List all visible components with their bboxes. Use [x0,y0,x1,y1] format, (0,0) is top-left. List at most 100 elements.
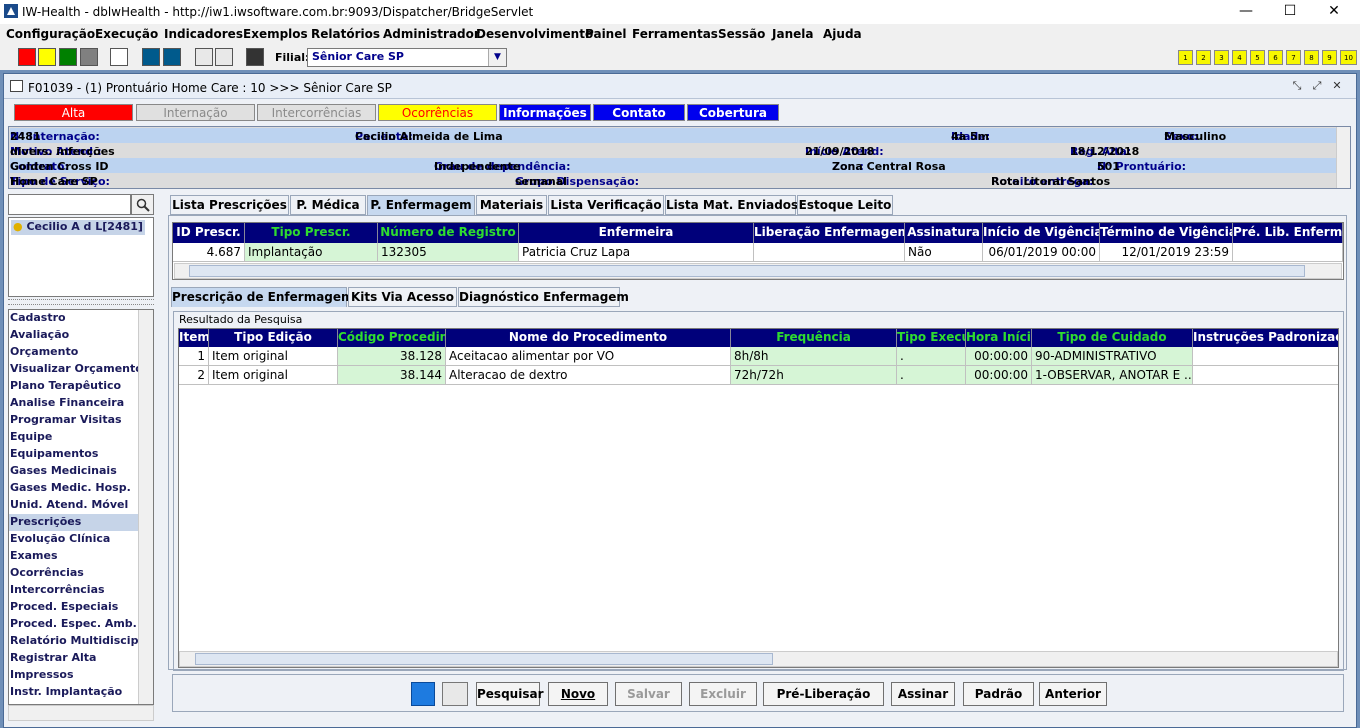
status-cobertura[interactable]: Cobertura [687,104,779,121]
table-row-cell[interactable] [1193,347,1338,366]
print-icon[interactable] [215,48,233,66]
col-id-prescr[interactable]: ID Prescr. [173,223,245,243]
table-row-cell[interactable]: 38.144 [338,366,446,385]
nav-item-exames[interactable]: Exames [9,548,139,565]
padrao-button[interactable]: Padrão [963,682,1034,706]
col-item[interactable]: Item [179,329,209,347]
table-row-cell[interactable]: Item original [209,366,338,385]
tab-p-medica[interactable]: P. Médica [290,195,366,215]
table-row-cell[interactable]: . [897,347,966,366]
table-row-cell[interactable]: 132305 [378,243,519,262]
col-enfermeira[interactable]: Enfermeira [519,223,754,243]
filial-select[interactable]: Sênior Care SP ▼ [307,48,507,67]
status-ocorrencias[interactable]: Ocorrências [378,104,497,121]
tab-estoque-leito[interactable]: Estoque Leito [797,195,893,215]
tab-diagnostico-enfermagem[interactable]: Diagnóstico Enfermagem [458,287,629,307]
color-blue-button-2[interactable] [163,48,181,66]
table-row-cell[interactable]: Não [905,243,983,262]
shortcut-5[interactable]: 5 [1250,50,1265,65]
maximize-button[interactable]: ☐ [1268,0,1312,24]
col-pre-lib[interactable]: Pré. Lib. Enfermag [1233,223,1343,243]
menu-sessao[interactable]: Sessão [718,27,765,41]
table-row-cell[interactable]: Alteracao de dextro [446,366,731,385]
status-internacao[interactable]: Internação [136,104,255,121]
col-nome-procedimento[interactable]: Nome do Procedimento [446,329,731,347]
assinar-button[interactable]: Assinar [891,682,955,706]
col-codigo-procedimento[interactable]: Código Procedime [338,329,446,347]
scroll-thumb[interactable] [189,265,1305,277]
pre-liberacao-button[interactable]: Pré-Liberação [763,682,884,706]
menu-execucao[interactable]: Execução [95,27,158,41]
nav-item-analise-financeira[interactable]: Analise Financeira [9,395,139,412]
tab-lista-prescricoes[interactable]: Lista Prescrições [170,195,289,215]
menu-desenvolvimento[interactable]: Desenvolvimento [476,27,593,41]
table-row-cell[interactable]: 00:00:00 [966,347,1032,366]
tab-kits-via-acesso[interactable]: Kits Via Acesso [348,287,457,307]
col-instrucoes[interactable]: Instruções Padronizadas [1193,329,1338,347]
maximize-icon[interactable]: ⤢ [1310,79,1324,93]
color-green-button[interactable] [59,48,77,66]
close-icon[interactable]: ✕ [1330,79,1344,93]
nav-item-visualizar-orcamento[interactable]: Visualizar Orçamento [9,361,139,378]
color-red-button[interactable] [18,48,36,66]
tab-lista-verificacao[interactable]: Lista Verificação [548,195,664,215]
nav-item-evolucao-clinica[interactable]: Evolução Clínica [9,531,139,548]
menu-ferramentas[interactable]: Ferramentas [632,27,718,41]
splitter[interactable] [8,299,154,305]
nav-item-ocorrencias[interactable]: Ocorrências [9,565,139,582]
table-row-cell[interactable]: 12/01/2019 23:59 [1100,243,1233,262]
tab-lista-mat-enviados[interactable]: Lista Mat. Enviados [665,195,798,215]
status-contato[interactable]: Contato [593,104,685,121]
chevron-down-icon[interactable]: ▼ [488,49,506,66]
scroll-thumb[interactable] [195,653,773,665]
search-button[interactable] [131,194,154,215]
color-gray-button[interactable] [80,48,98,66]
status-intercorrencias[interactable]: Intercorrências [257,104,376,121]
shortcut-4[interactable]: 4 [1232,50,1247,65]
tab-p-enfermagem[interactable]: P. Enfermagem [367,195,475,215]
col-inicio-vigencia[interactable]: Início de Vigência [983,223,1100,243]
menu-ajuda[interactable]: Ajuda [823,27,862,41]
shortcut-3[interactable]: 3 [1214,50,1229,65]
table-row-cell[interactable]: 00:00:00 [966,366,1032,385]
menu-exemplos[interactable]: Exemplos [243,27,308,41]
black-square-button[interactable] [246,48,264,66]
color-white-button[interactable] [110,48,128,66]
tab-prescricao-enfermagem[interactable]: Prescrição de Enfermagem [171,287,354,307]
table-row-cell[interactable]: 4.687 [173,243,245,262]
anterior-button[interactable]: Anterior [1039,682,1107,706]
table-row-cell[interactable]: 1 [179,347,209,366]
nav-item-unid-atend-movel[interactable]: Unid. Atend. Móvel [9,497,139,514]
novo-button[interactable]: Novo [548,682,608,706]
col-assinatura[interactable]: Assinatura [905,223,983,243]
minimize-button[interactable]: — [1224,0,1268,24]
patient-list-item[interactable]: ● Cecilio A d L[2481] [11,220,145,235]
col-tipo-edicao[interactable]: Tipo Edição [209,329,338,347]
table-row-cell[interactable] [1233,243,1343,262]
menu-painel[interactable]: Painel [585,27,626,41]
menu-janela[interactable]: Janela [772,27,813,41]
table-row-cell[interactable]: Item original [209,347,338,366]
tree-icon[interactable] [195,48,213,66]
shortcut-7[interactable]: 7 [1286,50,1301,65]
nav-item-equipamentos[interactable]: Equipamentos [9,446,139,463]
table-row-cell[interactable]: 90-ADMINISTRATIVO [1032,347,1193,366]
nav-item-registrar-alta[interactable]: Registrar Alta [9,650,139,667]
shortcut-9[interactable]: 9 [1322,50,1337,65]
menu-administrador[interactable]: Administrador [383,27,480,41]
nav-item-instr-implantacao[interactable]: Instr. Implantação [9,684,139,701]
color-blue-button-1[interactable] [142,48,160,66]
col-tipo-execucao[interactable]: Tipo Execu [897,329,966,347]
shortcut-1[interactable]: 1 [1178,50,1193,65]
color-yellow-button[interactable] [38,48,56,66]
info-scrollbar[interactable] [1336,127,1350,188]
nav-item-gases-medic-hosp[interactable]: Gases Medic. Hosp. [9,480,139,497]
prescription-grid-scrollbar[interactable] [174,263,1342,279]
excluir-button[interactable]: Excluir [689,682,757,706]
table-row-cell[interactable]: 8h/8h [731,347,897,366]
nav-item-avaliacao[interactable]: Avaliação [9,327,139,344]
col-hora-inicio[interactable]: Hora Início [966,329,1032,347]
col-frequencia[interactable]: Frequência [731,329,897,347]
nav-item-impressos[interactable]: Impressos [9,667,139,684]
table-row-cell[interactable]: 2 [179,366,209,385]
